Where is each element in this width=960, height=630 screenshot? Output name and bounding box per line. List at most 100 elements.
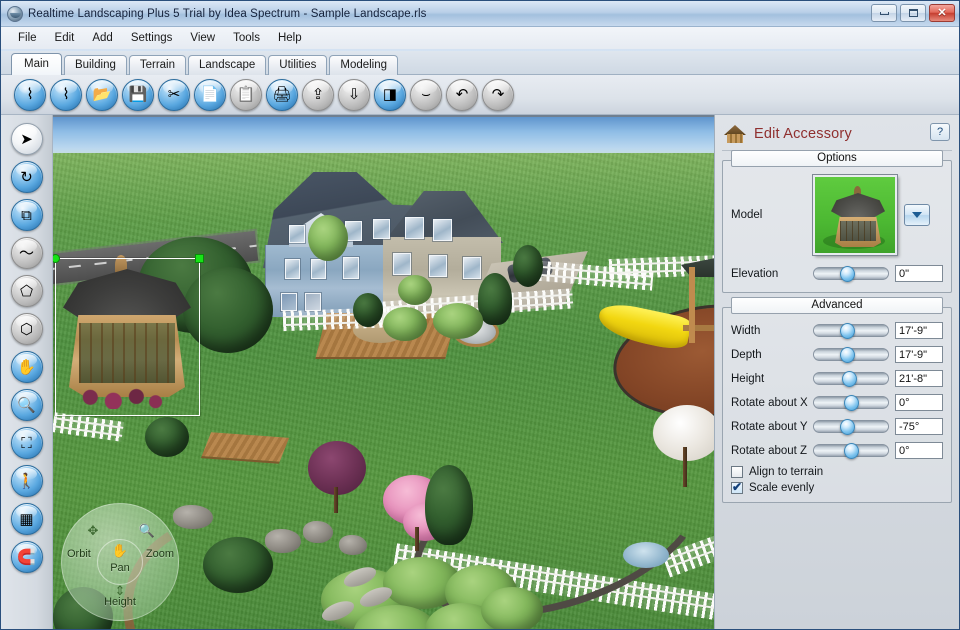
rotate-about-z-row: Rotate about Z 0° xyxy=(731,442,943,459)
tab-modeling[interactable]: Modeling xyxy=(329,55,399,75)
walkthrough-tool[interactable]: 🚶 xyxy=(10,465,43,497)
house-window xyxy=(285,259,300,279)
zoom-extents-tool[interactable]: ⛶ xyxy=(10,427,43,459)
menu-item-tools[interactable]: Tools xyxy=(224,30,269,46)
nav-label-orbit[interactable]: Orbit xyxy=(67,548,91,560)
scale-evenly-checkbox[interactable] xyxy=(731,480,743,494)
zoom-magnifier-tool[interactable]: 🔍 xyxy=(10,389,43,421)
zoom-magnifier-icon: 🔍 xyxy=(138,522,155,538)
rotate-about-y-slider[interactable] xyxy=(813,419,889,435)
house-window xyxy=(373,219,390,239)
snap-magnet-tool[interactable]: 🧲 xyxy=(10,541,43,573)
menu-item-file[interactable]: File xyxy=(9,30,46,46)
select-arrow-tool[interactable]: ➤ xyxy=(10,123,43,155)
elevation-slider[interactable] xyxy=(813,266,889,282)
playset-structure xyxy=(683,267,714,343)
conifer xyxy=(478,273,512,325)
advanced-group-title: Advanced xyxy=(731,297,943,314)
minimize-button[interactable] xyxy=(871,4,897,22)
save-icon[interactable]: 💾 xyxy=(122,78,154,111)
nav-label-pan[interactable]: Pan xyxy=(110,562,130,574)
copy-icon[interactable]: 📄 xyxy=(194,78,226,111)
house-door xyxy=(281,293,297,311)
height-value[interactable]: 21'-8" xyxy=(895,370,943,387)
properties-panel: Edit Accessory ? Options Model Elevation… xyxy=(714,115,959,629)
tab-main[interactable]: Main xyxy=(11,53,62,75)
house-door xyxy=(305,293,321,311)
redo-icon-glyph: ↷ xyxy=(491,86,505,103)
rotate-about-x-value[interactable]: 0° xyxy=(895,394,943,411)
menu-item-add[interactable]: Add xyxy=(83,30,121,46)
elevation-value[interactable]: 0" xyxy=(895,265,943,282)
rotate-tool[interactable]: ↻ xyxy=(10,161,43,193)
nav-label-height[interactable]: Height xyxy=(104,596,136,608)
paste-icon: 📋 xyxy=(230,78,262,111)
sculpted-shrub xyxy=(481,587,543,629)
model-dropdown-button[interactable] xyxy=(904,204,930,226)
menu-item-view[interactable]: View xyxy=(181,30,224,46)
depth-slider-knob[interactable] xyxy=(840,347,856,363)
width-slider[interactable] xyxy=(813,323,889,339)
mirror-icon[interactable]: ◨ xyxy=(374,78,406,111)
rotate-about-x-slider[interactable] xyxy=(813,395,889,411)
model-label: Model xyxy=(731,209,763,221)
cut-scissors-icon[interactable]: ✂ xyxy=(158,78,190,111)
width-value[interactable]: 17'-9" xyxy=(895,322,943,339)
open-folder-icon[interactable]: 📂 xyxy=(86,78,118,111)
scale-evenly-row[interactable]: Scale evenly xyxy=(731,480,943,494)
close-button[interactable]: ✕ xyxy=(929,4,955,22)
tab-terrain[interactable]: Terrain xyxy=(128,55,187,75)
garden-bench xyxy=(200,432,290,464)
help-button[interactable]: ? xyxy=(930,123,950,141)
conifer xyxy=(425,465,473,545)
zoom-extents-tool-glyph: ⛶ xyxy=(21,434,32,452)
width-slider-knob[interactable] xyxy=(840,323,856,339)
open-recent-icon[interactable]: ⌇ xyxy=(50,78,82,111)
menu-item-edit[interactable]: Edit xyxy=(46,30,84,46)
model-thumbnail[interactable] xyxy=(813,175,897,255)
duplicate-tool[interactable]: ⧉ xyxy=(10,199,43,231)
print-icon[interactable]: 🖨 xyxy=(266,78,298,111)
rotate-about-y-slider-knob[interactable] xyxy=(839,419,855,435)
house-window xyxy=(463,257,481,279)
align-to-terrain-row[interactable]: Align to terrain xyxy=(731,466,943,478)
minimize-icon xyxy=(879,11,889,15)
pan-hand-tool[interactable]: ✋ xyxy=(10,351,43,383)
region-tool: ⬡ xyxy=(10,313,43,345)
rotate-about-y-value[interactable]: -75° xyxy=(895,418,943,435)
tab-utilities[interactable]: Utilities xyxy=(268,55,328,75)
house-window xyxy=(433,219,452,241)
height-slider[interactable] xyxy=(813,371,889,387)
elevation-slider-knob[interactable] xyxy=(840,266,856,282)
rotate-tool-glyph: ↻ xyxy=(20,168,33,186)
depth-value[interactable]: 17'-9" xyxy=(895,346,943,363)
navigation-wheel[interactable]: ✋ ✥ 🔍 ⇕ Orbit Zoom Pan Height xyxy=(61,503,179,621)
rotate-about-z-value[interactable]: 0° xyxy=(895,442,943,459)
3d-viewport[interactable]: ✋ ✥ 🔍 ⇕ Orbit Zoom Pan Height xyxy=(53,115,714,629)
tab-building[interactable]: Building xyxy=(63,55,127,75)
rotate-about-x-slider-knob[interactable] xyxy=(844,395,859,411)
depth-slider[interactable] xyxy=(813,347,889,363)
tab-landscape[interactable]: Landscape xyxy=(188,55,267,75)
open-folder-icon-glyph: 📂 xyxy=(92,86,112,103)
rotate-about-z-slider-knob[interactable] xyxy=(844,443,859,459)
rotate-about-y-row: Rotate about Y -75° xyxy=(731,418,943,435)
maximize-button[interactable] xyxy=(900,4,926,22)
menu-item-help[interactable]: Help xyxy=(269,30,311,46)
rotate-about-x-row: Rotate about X 0° xyxy=(731,394,943,411)
align-to-terrain-checkbox[interactable] xyxy=(731,466,743,478)
scale-evenly-label: Scale evenly xyxy=(749,482,815,494)
redo-icon: ↷ xyxy=(482,78,514,111)
width-row: Width 17'-9" xyxy=(731,322,943,339)
rotate-about-z-slider[interactable] xyxy=(813,443,889,459)
height-slider-knob[interactable] xyxy=(841,371,857,387)
shrub xyxy=(433,303,483,339)
smooth-icon: ⌣ xyxy=(410,78,442,111)
new-icon[interactable]: ⌇ xyxy=(14,78,46,111)
nav-label-zoom[interactable]: Zoom xyxy=(146,548,174,560)
zoom-magnifier-tool-glyph: 🔍 xyxy=(17,396,36,414)
polygon-tool-glyph: ⬠ xyxy=(19,282,34,300)
copy-icon-glyph: 📄 xyxy=(200,86,220,103)
menu-item-settings[interactable]: Settings xyxy=(122,30,182,46)
grid-tool[interactable]: ▦ xyxy=(10,503,43,535)
